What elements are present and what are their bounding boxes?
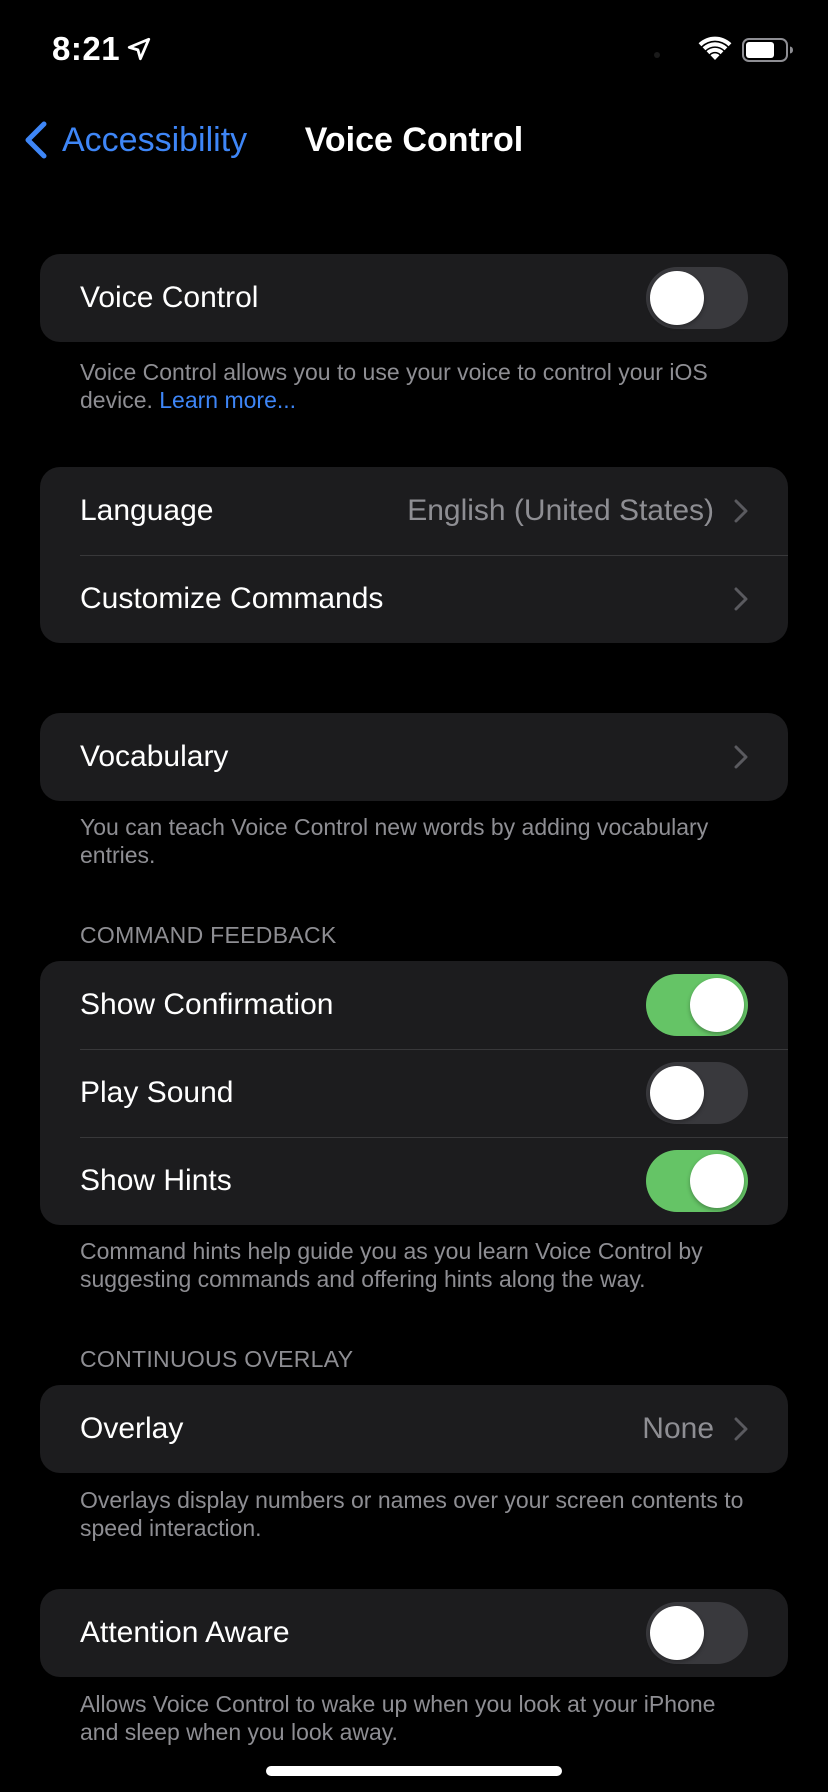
camera-dot xyxy=(654,52,660,58)
customize-commands-label: Customize Commands xyxy=(80,582,384,615)
status-bar: 8:21 xyxy=(0,0,828,100)
vocabulary-group: Vocabulary xyxy=(40,713,788,801)
attention-aware-label: Attention Aware xyxy=(80,1616,290,1649)
screen: 8:21 Accessibility Voice Control Voice C… xyxy=(0,0,828,1792)
continuous-overlay-group: Overlay None xyxy=(40,1385,788,1473)
voice-control-row: Voice Control xyxy=(40,254,788,342)
language-value: English (United States) xyxy=(407,494,714,527)
command-feedback-header: COMMAND FEEDBACK xyxy=(80,922,337,948)
toggle-knob xyxy=(690,978,744,1032)
show-confirmation-toggle[interactable] xyxy=(646,974,748,1036)
command-feedback-footer: Command hints help guide you as you lear… xyxy=(80,1238,703,1292)
attention-aware-group: Attention Aware xyxy=(40,1589,788,1677)
page-title: Voice Control xyxy=(304,121,524,159)
battery-icon xyxy=(742,38,793,62)
attention-aware-row: Attention Aware xyxy=(40,1589,788,1677)
chevron-right-icon xyxy=(734,499,748,523)
play-sound-label: Play Sound xyxy=(80,1076,234,1109)
chevron-right-icon xyxy=(734,1417,748,1441)
language-row[interactable]: Language English (United States) xyxy=(40,467,788,555)
show-hints-label: Show Hints xyxy=(80,1164,232,1197)
customize-commands-row[interactable]: Customize Commands xyxy=(40,555,788,643)
show-hints-row: Show Hints xyxy=(40,1137,788,1225)
vocabulary-row[interactable]: Vocabulary xyxy=(40,713,788,801)
voice-control-toggle[interactable] xyxy=(646,267,748,329)
toggle-knob xyxy=(650,1606,704,1660)
language-label: Language xyxy=(80,494,214,527)
attention-aware-toggle[interactable] xyxy=(646,1602,748,1664)
vocabulary-label: Vocabulary xyxy=(80,740,229,773)
wifi-icon xyxy=(698,36,732,60)
chevron-right-icon xyxy=(734,745,748,769)
show-confirmation-label: Show Confirmation xyxy=(80,988,334,1021)
chevron-right-icon xyxy=(734,587,748,611)
home-indicator xyxy=(266,1766,562,1776)
location-arrow-icon xyxy=(127,37,151,61)
voice-control-label: Voice Control xyxy=(80,281,259,314)
toggle-knob xyxy=(690,1154,744,1208)
voice-control-group: Voice Control xyxy=(40,254,788,342)
show-hints-toggle[interactable] xyxy=(646,1150,748,1212)
vocabulary-footer: You can teach Voice Control new words by… xyxy=(80,814,709,868)
play-sound-row: Play Sound xyxy=(40,1049,788,1137)
continuous-overlay-footer: Overlays display numbers or names over y… xyxy=(80,1487,744,1541)
overlay-row[interactable]: Overlay None xyxy=(40,1385,788,1473)
overlay-label: Overlay xyxy=(80,1412,184,1445)
play-sound-toggle[interactable] xyxy=(646,1062,748,1124)
overlay-value: None xyxy=(642,1412,714,1445)
toggle-knob xyxy=(650,271,704,325)
toggle-knob xyxy=(650,1066,704,1120)
attention-aware-footer: Allows Voice Control to wake up when you… xyxy=(80,1691,716,1745)
voice-control-footer: Voice Control allows you to use your voi… xyxy=(80,358,760,414)
language-group: Language English (United States) Customi… xyxy=(40,467,788,643)
navigation-bar: Accessibility Voice Control xyxy=(0,100,828,180)
learn-more-link[interactable]: Learn more... xyxy=(159,387,296,413)
continuous-overlay-header: CONTINUOUS OVERLAY xyxy=(80,1346,354,1372)
show-confirmation-row: Show Confirmation xyxy=(40,961,788,1049)
status-time: 8:21 xyxy=(52,30,121,67)
command-feedback-group: Show Confirmation Play Sound Show Hints xyxy=(40,961,788,1225)
